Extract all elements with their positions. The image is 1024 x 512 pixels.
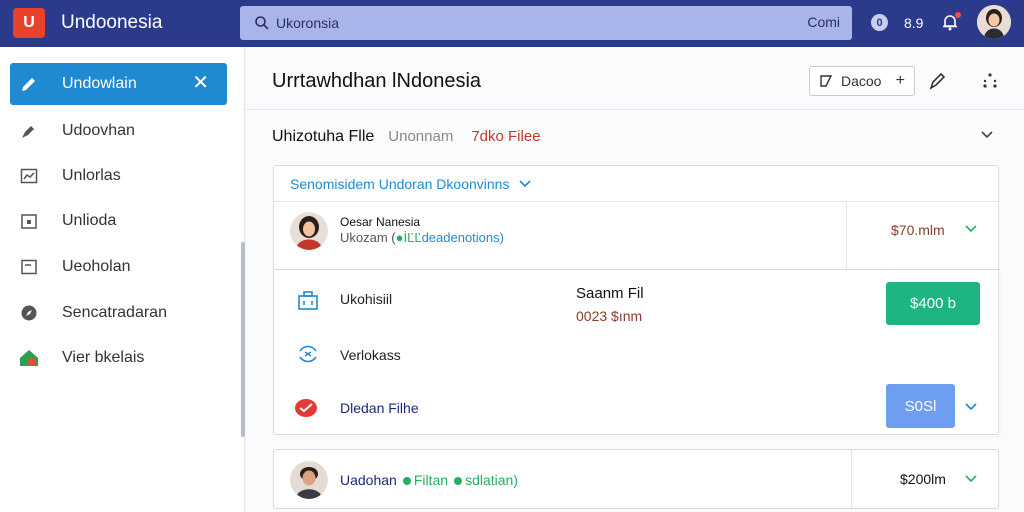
status-dot bbox=[454, 477, 463, 485]
tab-3[interactable]: 7dko Filee bbox=[471, 128, 540, 145]
sidebar-item-7[interactable]: Vier bkelais bbox=[10, 337, 227, 379]
doc-icon bbox=[18, 256, 40, 278]
sidebar-item-label: Udoovhan bbox=[62, 122, 135, 139]
chevron-down-icon[interactable] bbox=[979, 127, 995, 143]
tab-1[interactable]: Uhizotuha Flle bbox=[272, 128, 374, 146]
briefcase-icon bbox=[298, 291, 318, 310]
notification-dot bbox=[955, 12, 961, 18]
details-panel: Ukohisiil Saanm Fil 0023 $ınm $400 b Ver… bbox=[274, 269, 1000, 436]
compass-icon bbox=[18, 302, 40, 324]
avatar bbox=[290, 461, 328, 499]
chart-icon bbox=[18, 165, 40, 187]
house-icon bbox=[18, 347, 40, 369]
table-row[interactable]: Uadohan Filtan sdlatian) $200lm bbox=[273, 449, 999, 510]
section-link[interactable]: Senomisidem Undoran Dkoonvinns bbox=[290, 176, 531, 192]
sidebar-item-2[interactable]: Udoovhan bbox=[10, 110, 227, 152]
sidebar-item-label: Sencatradaran bbox=[62, 304, 167, 321]
blue-button[interactable]: S0Sl bbox=[886, 384, 955, 428]
avatar bbox=[290, 212, 328, 250]
search-bar[interactable]: Comi bbox=[240, 6, 852, 40]
fee-amount: 0023 $ınm bbox=[576, 308, 643, 324]
amount-button[interactable]: $400 b bbox=[886, 282, 980, 325]
header-button-label: Dacoo bbox=[841, 73, 882, 89]
close-icon[interactable]: ✕ bbox=[192, 73, 209, 93]
tag-icon bbox=[820, 75, 833, 87]
coin-icon[interactable]: 0 bbox=[871, 14, 888, 31]
divider bbox=[851, 450, 852, 510]
pen-icon[interactable] bbox=[928, 71, 948, 91]
chevron-down-icon bbox=[519, 180, 531, 188]
sidebar-item-active[interactable]: Undowlain ✕ bbox=[10, 63, 227, 105]
calendar-icon bbox=[18, 210, 40, 232]
sidebar-scrollbar[interactable] bbox=[241, 242, 245, 437]
app-logo[interactable]: U bbox=[13, 8, 45, 38]
sidebar-item-label: Unlioda bbox=[62, 212, 117, 229]
chevron-down-icon[interactable] bbox=[964, 222, 978, 236]
sidebar-item-6[interactable]: Sencatradaran bbox=[10, 292, 227, 334]
chevron-down-icon[interactable] bbox=[964, 472, 978, 486]
row-subtitle: Ukozam (●İĽĽdeadenotions) bbox=[340, 230, 504, 245]
section-link-label: Senomisidem Undoran Dkoonvinns bbox=[290, 176, 510, 192]
header-divider bbox=[246, 109, 1024, 110]
edit-icon bbox=[18, 73, 40, 95]
table-row[interactable]: Oesar Nanesia Ukozam (●İĽĽdeadenotions) … bbox=[274, 201, 1000, 269]
main-content: Urrtawhdhan lNdonesia Dacoo + Uhizotuha … bbox=[246, 47, 1024, 512]
fee-label: Saanm Fil bbox=[576, 285, 644, 302]
search-button[interactable]: Comi bbox=[807, 14, 840, 30]
search-icon bbox=[255, 16, 269, 30]
user-avatar[interactable] bbox=[977, 5, 1011, 39]
action-label[interactable]: Ukohisiil bbox=[340, 291, 392, 307]
sidebar-item-label: Vier bkelais bbox=[62, 349, 145, 366]
transactions-card: Senomisidem Undoran Dkoonvinns Oesar Nan… bbox=[273, 165, 1000, 436]
chevron-down-icon[interactable] bbox=[964, 400, 978, 414]
sidebar-item-label: Unlorlas bbox=[62, 167, 121, 184]
balance-count: 8.9 bbox=[904, 15, 924, 31]
row-label: Uadohan Filtan sdlatian) bbox=[340, 472, 518, 488]
row-amount: $70.mlm bbox=[891, 222, 945, 238]
app-title: Undoonesia bbox=[61, 12, 163, 33]
action-label[interactable]: Dledan Filhe bbox=[340, 400, 419, 416]
sidebar-item-5[interactable]: Ueoholan bbox=[10, 246, 227, 288]
plus-icon: + bbox=[895, 72, 905, 89]
tabs: Uhizotuha Flle Unonnam 7dko Filee bbox=[272, 128, 541, 146]
page-title: Urrtawhdhan lNdonesia bbox=[272, 70, 482, 92]
youtube-icon bbox=[295, 399, 317, 417]
top-bar: U Undoonesia Comi 0 8.9 bbox=[0, 0, 1024, 47]
sidebar-item-label: Ueoholan bbox=[62, 258, 131, 275]
more-icon[interactable] bbox=[981, 71, 999, 91]
pin-icon bbox=[18, 120, 40, 142]
sidebar-item-4[interactable]: Unlioda bbox=[10, 200, 227, 242]
exchange-icon bbox=[299, 345, 317, 363]
row-amount: $200lm bbox=[900, 471, 946, 487]
sidebar-item-label: Undowlain bbox=[62, 75, 137, 92]
tab-2[interactable]: Unonnam bbox=[388, 128, 453, 145]
search-input[interactable] bbox=[276, 15, 756, 31]
header-dropdown-button[interactable]: Dacoo + bbox=[809, 66, 915, 96]
row-name: Oesar Nanesia bbox=[340, 215, 421, 229]
action-label[interactable]: Verlokass bbox=[340, 347, 401, 363]
status-dot bbox=[402, 477, 411, 485]
sidebar-item-3[interactable]: Unlorlas bbox=[10, 155, 227, 197]
sidebar: Undowlain ✕ Udoovhan Unlorlas Unlioda Ue… bbox=[0, 47, 245, 512]
